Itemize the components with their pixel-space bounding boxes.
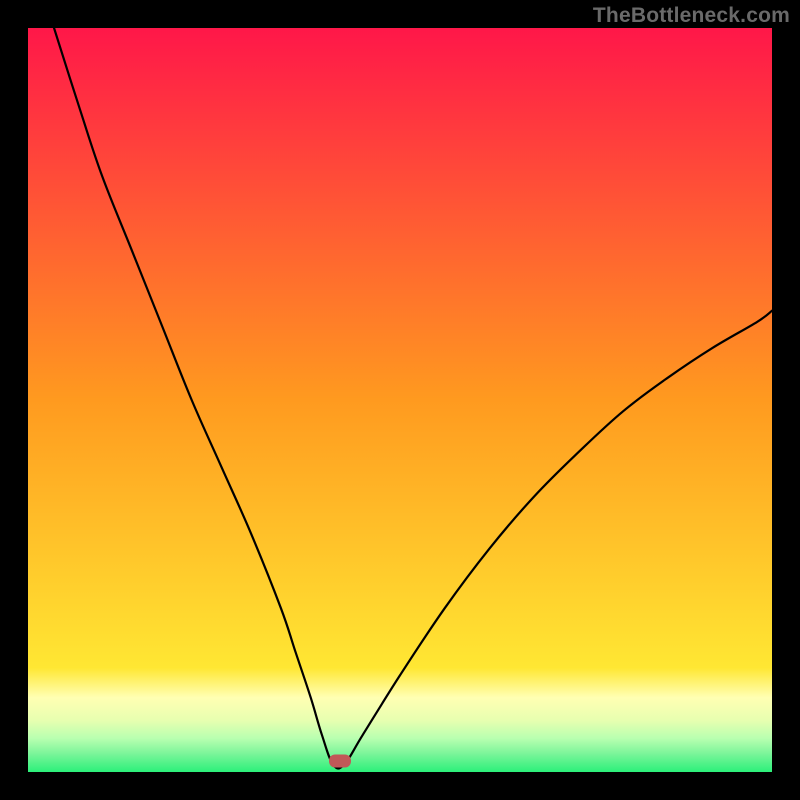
plot-area <box>28 28 772 772</box>
chart-svg <box>28 28 772 772</box>
watermark-label: TheBottleneck.com <box>593 4 790 28</box>
gradient-background <box>28 28 772 772</box>
optimum-marker <box>329 754 351 767</box>
chart-frame: TheBottleneck.com <box>0 0 800 800</box>
